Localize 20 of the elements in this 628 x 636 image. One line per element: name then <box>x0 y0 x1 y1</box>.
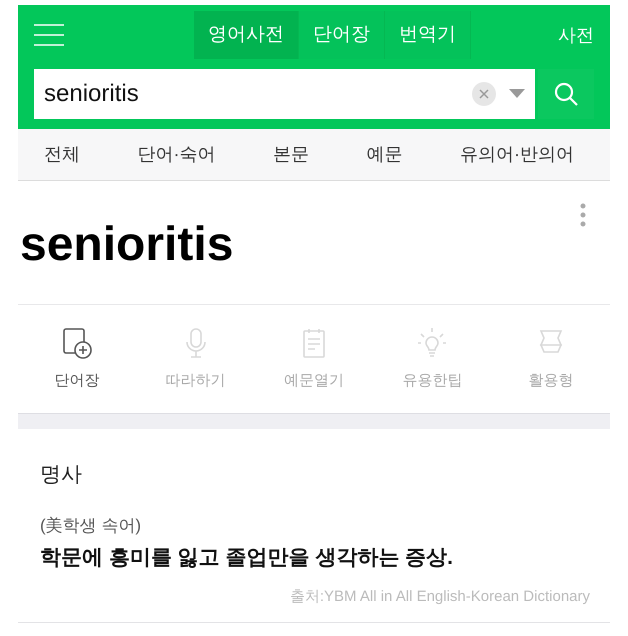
filter-tab[interactable]: 단어·숙어 <box>138 141 216 168</box>
search-box[interactable]: senioritis <box>34 69 535 119</box>
more-icon[interactable] <box>580 203 586 227</box>
menu-icon[interactable] <box>34 24 64 46</box>
search-icon <box>554 82 578 106</box>
card-plus-icon <box>60 326 94 360</box>
search-button[interactable] <box>538 69 594 119</box>
search-field[interactable]: senioritis <box>44 76 471 112</box>
filter-tab[interactable]: 본문 <box>273 141 309 168</box>
headword: senioritis <box>20 217 234 273</box>
tool-button[interactable]: 단어장 <box>18 326 136 392</box>
definition-text: 학문에 흥미를 잃고 졸업만을 생각하는 증상. <box>40 545 454 571</box>
filter-tab[interactable]: 유의어·반의어 <box>460 141 574 168</box>
usage-note: (美학생 속어) <box>40 514 142 536</box>
part-of-speech: 명사 <box>40 462 83 488</box>
dropdown-caret-icon[interactable] <box>509 89 525 99</box>
source-text: 출처:YBM All in All English-Korean Dictionary <box>290 586 590 606</box>
filter-tab[interactable]: 전체 <box>44 141 80 168</box>
clear-icon[interactable] <box>471 81 497 107</box>
filter-tab[interactable]: 예문 <box>366 141 402 168</box>
